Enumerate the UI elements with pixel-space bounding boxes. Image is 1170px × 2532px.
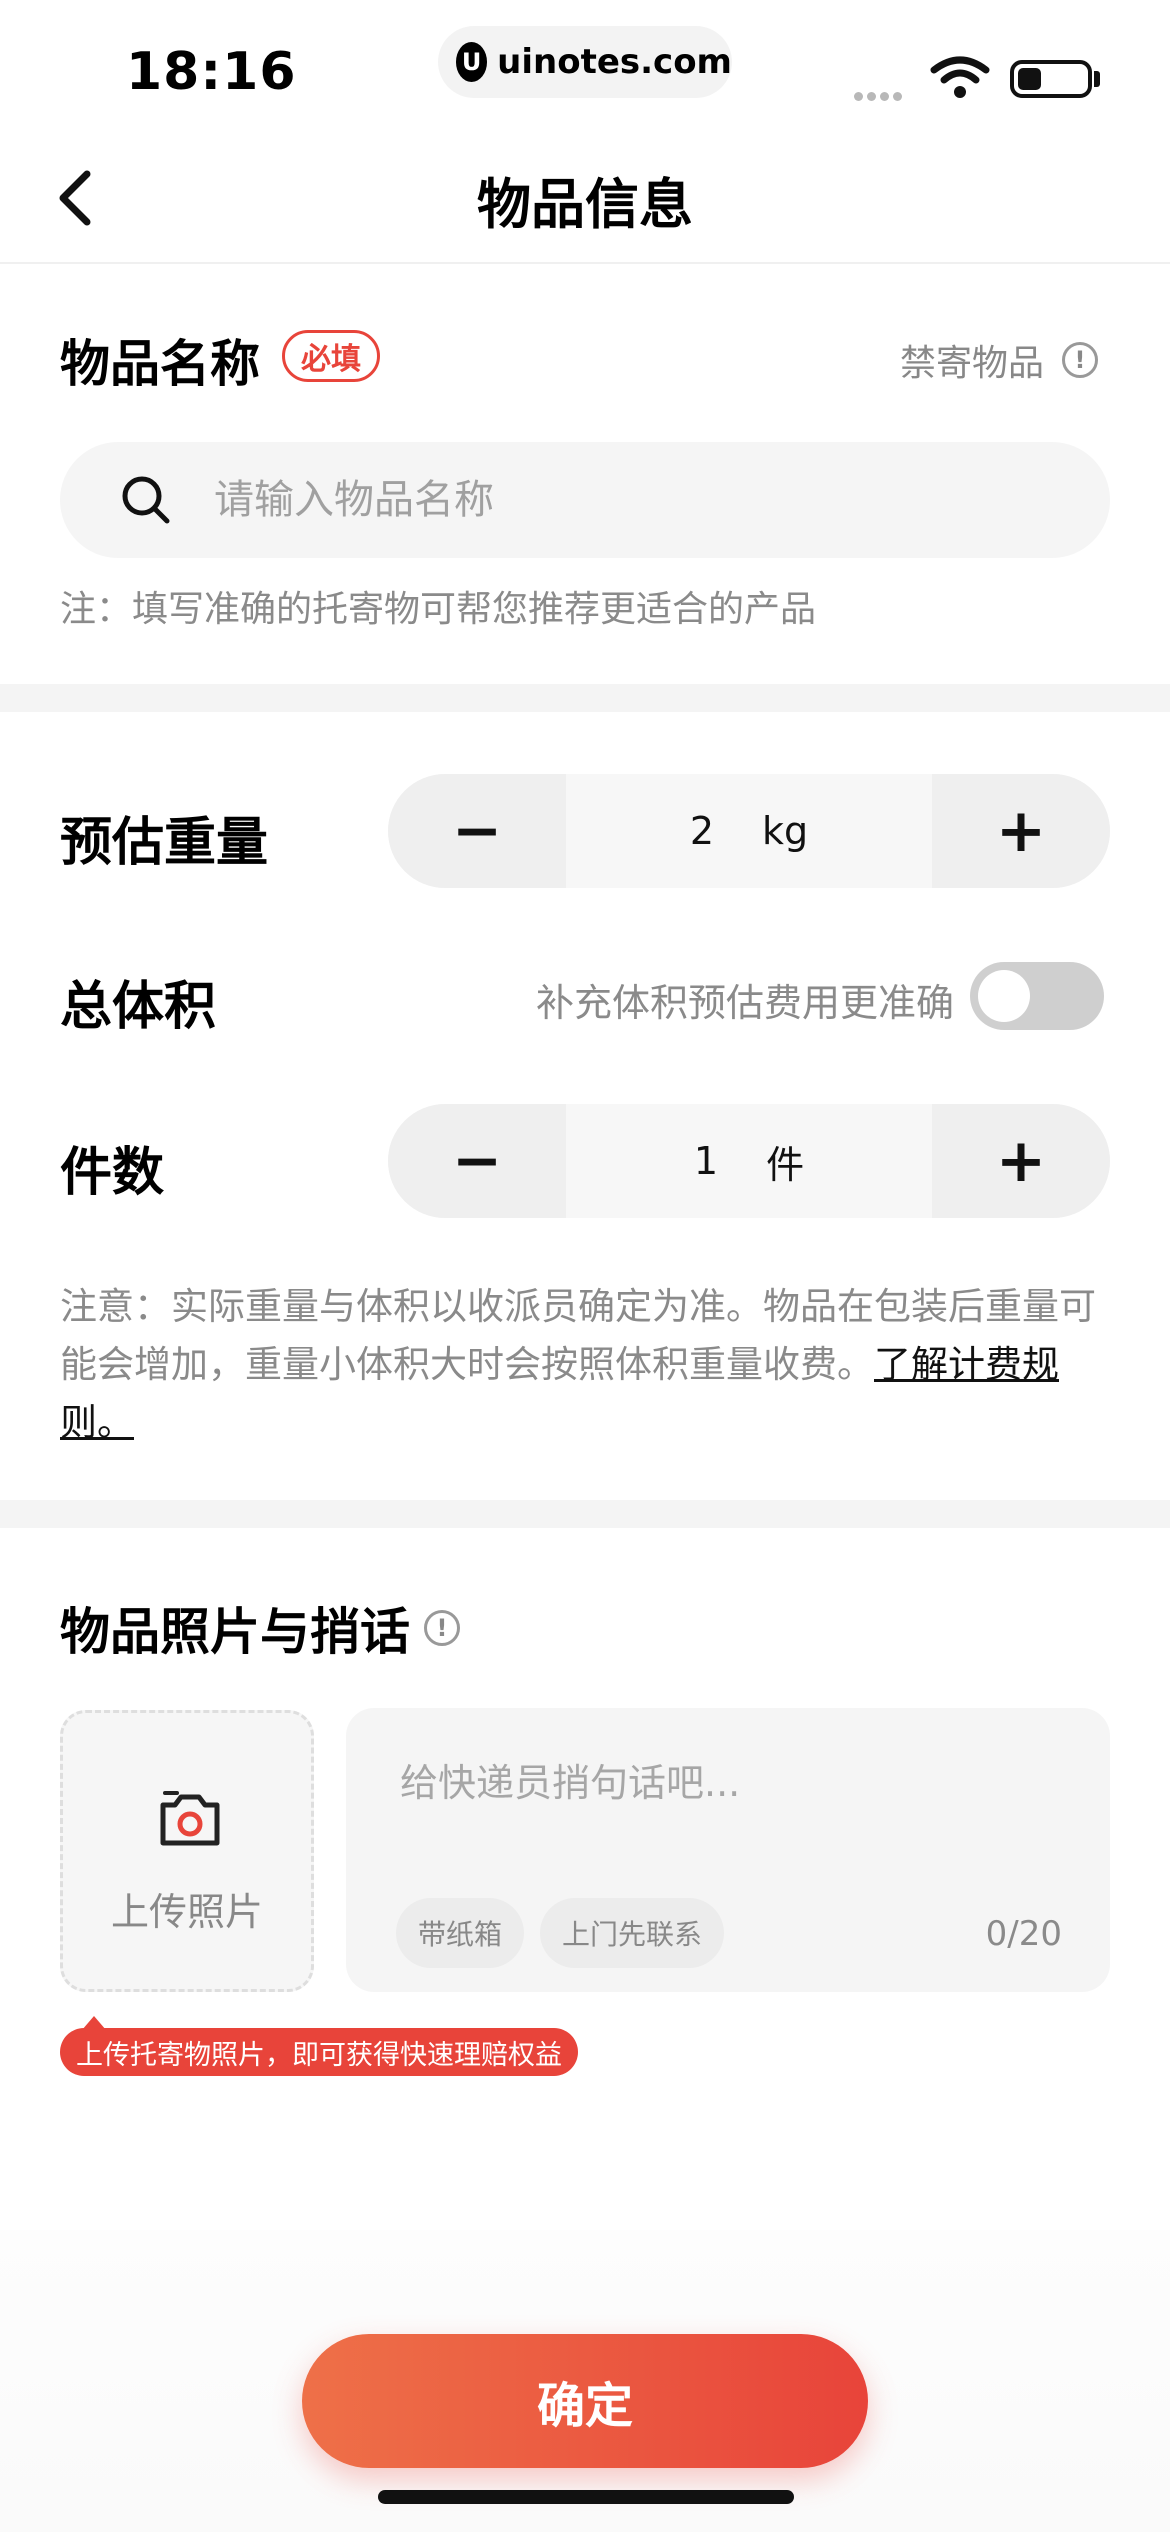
weight-value: 2 xyxy=(689,809,715,853)
item-name-note: 注：填写准确的托寄物可帮您推荐更适合的产品 xyxy=(60,589,817,630)
pricing-note: 注意：实际重量与体积以收派员确定为准。物品在包装后重量可能会增加，重量小体积大时… xyxy=(60,1278,1120,1452)
chip-with-box[interactable]: 带纸箱 xyxy=(396,1898,525,1968)
volume-toggle[interactable] xyxy=(970,962,1104,1030)
item-search-field[interactable] xyxy=(60,442,1110,558)
courier-message-input[interactable] xyxy=(398,1750,1062,1834)
volume-hint: 补充体积预估费用更准确 xyxy=(536,981,955,1025)
item-name-label: 物品名称 xyxy=(60,335,260,393)
site-logo-icon: U xyxy=(456,42,488,82)
section-divider-2 xyxy=(0,1500,1170,1528)
wifi-icon xyxy=(930,56,990,98)
confirm-button[interactable]: 确定 xyxy=(302,2334,868,2468)
battery-icon xyxy=(1010,60,1092,98)
url-text: uinotes.com xyxy=(497,42,732,82)
weight-increase-button[interactable]: + xyxy=(932,774,1110,888)
message-box: 带纸箱 上门先联系 0/20 xyxy=(346,1708,1110,1992)
count-increase-button[interactable]: + xyxy=(932,1104,1110,1218)
promo-text: 上传托寄物照片，即可获得快速理赔权益 xyxy=(76,2039,562,2071)
nav-divider xyxy=(0,262,1170,264)
battery-fill xyxy=(1018,68,1041,90)
forbidden-items-link[interactable]: 禁寄物品 ! xyxy=(900,334,1099,386)
camera-icon xyxy=(160,1791,220,1846)
required-badge: 必填 xyxy=(282,330,380,382)
weight-stepper: − 2 kg + xyxy=(388,774,1110,888)
count-value: 1 xyxy=(693,1139,719,1183)
count-label: 件数 xyxy=(60,1143,165,1203)
toggle-knob xyxy=(978,970,1030,1022)
home-indicator xyxy=(378,2490,794,2504)
weight-decrease-button[interactable]: − xyxy=(388,774,566,888)
url-pill[interactable]: U uinotes.com xyxy=(438,26,732,98)
weight-label: 预估重量 xyxy=(60,813,269,873)
forbidden-items-label: 禁寄物品 xyxy=(900,343,1045,384)
photo-info-icon[interactable]: ! xyxy=(424,1610,460,1646)
weight-unit: kg xyxy=(762,809,809,853)
promo-tip xyxy=(82,2016,106,2030)
count-decrease-button[interactable]: − xyxy=(388,1104,566,1218)
count-value-display: 1 件 xyxy=(566,1104,932,1218)
photo-section-header: 物品照片与捎话 ! xyxy=(60,1592,460,1664)
cellular-signal-icon xyxy=(854,86,906,105)
count-unit: 件 xyxy=(766,1142,805,1187)
weight-value-display: 2 kg xyxy=(566,774,932,888)
info-icon: ! xyxy=(1062,342,1099,378)
volume-label: 总体积 xyxy=(60,977,217,1037)
page-title: 物品信息 xyxy=(477,173,693,236)
message-counter: 0/20 xyxy=(985,1914,1062,1954)
photo-promo-banner: 上传托寄物照片，即可获得快速理赔权益 xyxy=(60,2016,578,2076)
count-stepper: − 1 件 + xyxy=(388,1104,1110,1218)
chip-contact-first[interactable]: 上门先联系 xyxy=(540,1898,725,1968)
upload-photo-label: 上传照片 xyxy=(110,1890,263,1934)
status-time: 18:16 xyxy=(126,42,297,102)
photo-section-title: 物品照片与捎话 xyxy=(60,1603,410,1661)
item-name-input[interactable] xyxy=(212,476,1016,524)
battery-cap xyxy=(1094,71,1100,87)
section-divider xyxy=(0,684,1170,712)
search-icon xyxy=(122,476,170,524)
upload-photo-button[interactable]: 上传照片 xyxy=(60,1710,314,1992)
